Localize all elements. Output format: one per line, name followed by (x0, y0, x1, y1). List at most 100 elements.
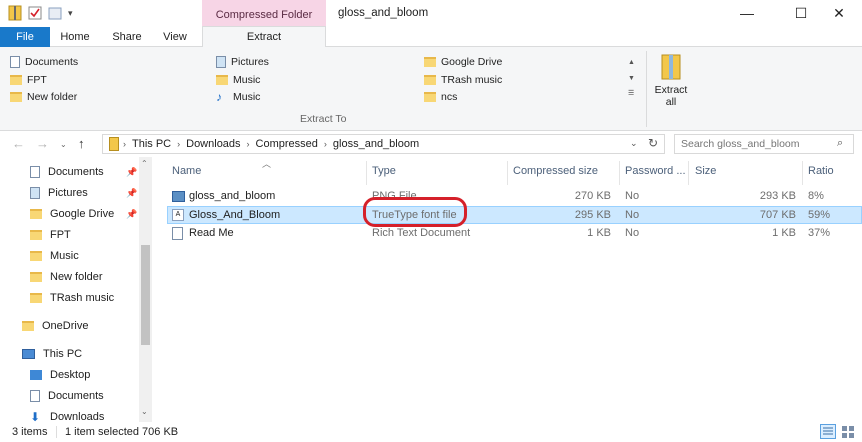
table-row[interactable]: gloss_and_bloom PNG File 270 KB No 293 K… (167, 188, 862, 206)
breadcrumb-compressed[interactable]: Compressed (250, 138, 324, 150)
column-divider[interactable] (366, 161, 367, 185)
desktop-icon (30, 369, 42, 380)
file-size: 293 KB (759, 190, 796, 202)
zip-folder-icon[interactable] (8, 5, 22, 21)
table-row-selected[interactable]: A Gloss_And_Bloom TrueType font file 295… (167, 206, 862, 224)
folder-icon (10, 75, 22, 85)
scroll-down-icon[interactable]: ▼ (628, 71, 640, 87)
customize-toolbar-icon[interactable]: ▾ (68, 8, 73, 19)
address-dropdown-icon[interactable]: ⌄ (630, 138, 638, 149)
extract-all-button[interactable]: Extract all (652, 53, 690, 108)
refresh-icon[interactable]: ↻ (648, 136, 658, 150)
nav-item-onedrive[interactable]: OneDrive (22, 317, 88, 334)
search-icon[interactable]: ⌕ (837, 137, 843, 150)
onedrive-folder-icon (22, 320, 34, 331)
sort-indicator-icon: ︿ (262, 159, 272, 169)
pictures-icon (30, 186, 40, 199)
tab-share[interactable]: Share (104, 27, 150, 47)
nav-item-documents-pc[interactable]: Documents (30, 387, 104, 404)
scroll-up-icon[interactable]: ⌃ (141, 159, 148, 168)
compression-ratio: 59% (808, 209, 831, 221)
destination-trash-music[interactable]: TRash music (424, 73, 502, 87)
large-icons-view-icon[interactable] (840, 424, 856, 439)
folder-icon (30, 271, 42, 282)
file-size: 707 KB (759, 209, 796, 221)
nav-item-google-drive[interactable]: Google Drive (30, 205, 114, 222)
nav-item-documents[interactable]: Documents (30, 163, 104, 180)
up-icon[interactable]: ↑ (78, 136, 85, 151)
folder-icon (30, 250, 42, 261)
column-header-ratio[interactable]: Ratio (808, 165, 834, 177)
gallery-more-icon[interactable]: ☰ (628, 87, 640, 101)
scrollbar-thumb[interactable] (141, 245, 150, 345)
forward-icon[interactable]: → (36, 136, 49, 151)
breadcrumb-this-pc[interactable]: This PC (126, 138, 177, 150)
window-title: gloss_and_bloom (338, 7, 429, 19)
destination-google-drive[interactable]: Google Drive (424, 55, 502, 69)
file-size: 1 KB (772, 227, 796, 239)
back-icon[interactable]: ← (12, 136, 25, 151)
nav-item-fpt[interactable]: FPT (30, 226, 71, 243)
nav-item-desktop[interactable]: Desktop (30, 366, 90, 383)
table-row[interactable]: Read Me Rich Text Document 1 KB No 1 KB … (167, 225, 862, 243)
destination-music-library[interactable]: ♪ Music (216, 90, 260, 104)
column-divider[interactable] (802, 161, 803, 185)
destination-gallery-scroll[interactable]: ▲ ▼ ☰ (628, 55, 640, 107)
destination-music-folder[interactable]: Music (216, 73, 260, 87)
title-bar: ▾ Compressed Folder Tools gloss_and_bloo… (0, 0, 862, 51)
minimize-button[interactable]: — (724, 0, 770, 27)
extract-all-icon (661, 54, 681, 80)
nav-item-pictures[interactable]: Pictures (30, 184, 88, 201)
search-box[interactable]: ⌕ (674, 134, 854, 154)
column-header-password[interactable]: Password ... (625, 165, 686, 177)
nav-item-new-folder[interactable]: New folder (30, 268, 103, 285)
column-divider[interactable] (688, 161, 689, 185)
nav-item-music[interactable]: Music (30, 247, 79, 264)
music-icon: ♪ (216, 90, 222, 104)
destination-fpt[interactable]: FPT (10, 73, 47, 87)
documents-icon (30, 389, 40, 402)
column-header-type[interactable]: Type (372, 165, 396, 177)
documents-icon (10, 56, 20, 68)
scroll-down-icon[interactable]: ⌄ (141, 407, 148, 416)
search-input[interactable] (675, 135, 825, 153)
column-divider[interactable] (619, 161, 620, 185)
file-list: ︿ Name Type Compressed size Password ...… (152, 157, 862, 422)
details-view-icon[interactable] (820, 424, 836, 439)
nav-pane-scrollbar[interactable]: ⌃ ⌄ (139, 157, 152, 422)
new-folder-icon[interactable] (48, 5, 62, 21)
address-box[interactable]: › This PC › Downloads › Compressed › glo… (102, 134, 665, 154)
tab-home[interactable]: Home (52, 27, 98, 47)
nav-item-this-pc[interactable]: This PC (22, 345, 82, 362)
breadcrumb-downloads[interactable]: Downloads (180, 138, 246, 150)
column-header-compressed-size[interactable]: Compressed size (513, 165, 598, 177)
scroll-up-icon[interactable]: ▲ (628, 55, 640, 71)
pin-icon[interactable]: 📌 (126, 167, 137, 178)
breadcrumb-gloss-and-bloom[interactable]: gloss_and_bloom (327, 138, 425, 150)
pin-icon[interactable]: 📌 (126, 209, 137, 220)
recent-locations-icon[interactable]: ⌄ (60, 140, 67, 149)
document-file-icon (172, 227, 183, 240)
destination-pictures[interactable]: Pictures (216, 55, 269, 69)
font-file-icon: A (172, 209, 184, 221)
destination-new-folder[interactable]: New folder (10, 90, 77, 104)
item-count: 3 items (12, 426, 48, 438)
file-name: Gloss_And_Bloom (189, 209, 281, 221)
pin-icon[interactable]: 📌 (126, 188, 137, 199)
column-header-size[interactable]: Size (695, 165, 716, 177)
folder-icon (216, 75, 228, 85)
computer-icon (22, 348, 35, 359)
properties-icon[interactable] (28, 5, 42, 21)
close-button[interactable]: ✕ (816, 0, 862, 27)
ribbon-tabs: File Home Share View Extract ︿ ? (0, 26, 862, 73)
destination-ncs[interactable]: ncs (424, 90, 457, 104)
folder-icon (10, 92, 22, 102)
tab-extract[interactable]: Extract (202, 26, 326, 47)
column-header-name[interactable]: Name (172, 165, 201, 177)
nav-item-trash-music[interactable]: TRash music (30, 289, 114, 306)
tab-file[interactable]: File (0, 27, 50, 47)
tab-view[interactable]: View (152, 27, 198, 47)
zip-folder-icon (109, 137, 119, 151)
destination-documents[interactable]: Documents (10, 55, 78, 69)
column-divider[interactable] (507, 161, 508, 185)
